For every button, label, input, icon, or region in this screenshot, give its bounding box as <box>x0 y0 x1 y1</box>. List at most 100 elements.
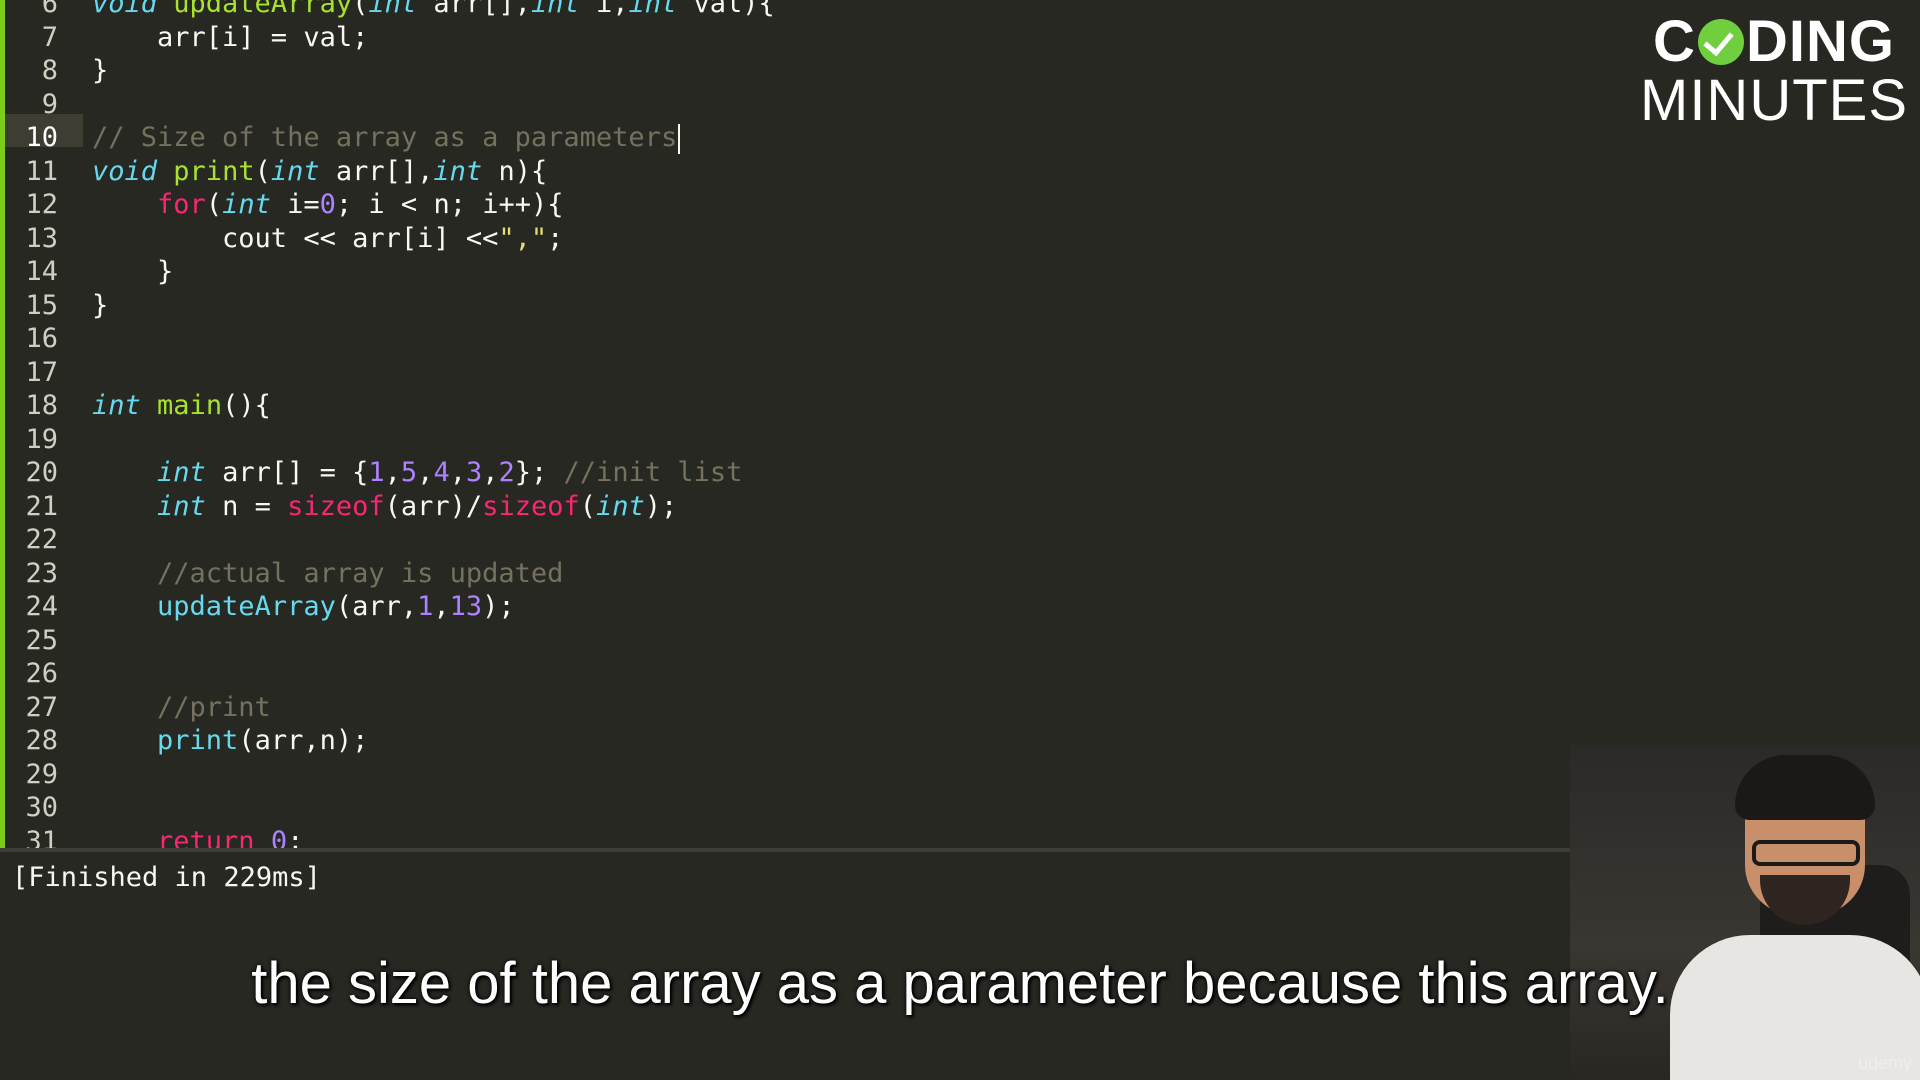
code-text: void updateArray(int arr[],int i,int val… <box>92 0 775 20</box>
glasses-icon <box>1752 840 1860 866</box>
code-token: //init list <box>563 457 743 488</box>
text-cursor <box>678 123 681 154</box>
code-text: for(int i=0; i < n; i++){ <box>92 188 563 221</box>
code-token: int <box>92 390 141 421</box>
code-token: 4 <box>433 457 450 488</box>
code-token: i, <box>579 0 629 19</box>
code-text: int main(){ <box>92 389 271 422</box>
line-number: 15 <box>25 289 58 321</box>
code-token: ( <box>254 155 271 187</box>
line-number: 19 <box>25 423 58 455</box>
code-token: int <box>628 0 678 19</box>
code-token: ; <box>547 222 564 254</box>
code-line[interactable]: 11 void print(int arr[],int n){ <box>0 155 1920 188</box>
coding-minutes-logo: C DING MINUTES <box>1640 12 1908 133</box>
code-token: , <box>433 591 450 622</box>
code-token: int <box>157 457 206 488</box>
code-token: arr[] = { <box>205 457 369 488</box>
code-editor[interactable]: 6 void updateArray(int arr[],int i,int va… <box>0 0 1920 848</box>
code-token: 2 <box>498 457 515 488</box>
line-number: 20 <box>25 457 58 488</box>
code-token: void <box>92 155 158 187</box>
code-line[interactable]: 19 <box>0 423 1920 456</box>
code-token: sizeof <box>482 490 580 522</box>
line-number: 22 <box>25 524 58 555</box>
code-token: main <box>157 390 223 421</box>
line-number: 7 <box>41 21 58 53</box>
code-token: return <box>157 825 255 849</box>
code-token: int <box>157 490 206 522</box>
code-text: //actual array is updated <box>92 557 563 590</box>
code-token: ); <box>644 490 678 522</box>
code-token: print <box>173 155 255 187</box>
code-line[interactable]: 6 void updateArray(int arr[],int i,int va… <box>0 0 1920 20</box>
code-line[interactable]: 15} <box>0 289 1920 322</box>
code-token: ; i < n; i++){ <box>335 189 564 220</box>
code-token: 0 <box>270 825 288 849</box>
code-token: updateArray <box>157 591 336 622</box>
code-token: , <box>449 457 466 488</box>
code-token: int <box>433 155 483 187</box>
line-number: 12 <box>25 189 58 220</box>
code-line[interactable]: 25 <box>0 624 1920 657</box>
code-token: , <box>417 457 434 488</box>
code-line[interactable]: 22 <box>0 523 1920 556</box>
code-text: } <box>92 255 173 288</box>
code-token: void <box>92 0 174 19</box>
code-line[interactable]: 7 arr[i] = val; <box>0 21 1920 54</box>
code-token: //actual array is updated <box>92 557 564 589</box>
code-line[interactable]: 9 <box>0 88 1920 121</box>
line-number: 31 <box>25 825 58 849</box>
code-line[interactable]: 20 int arr[] = {1,5,4,3,2}; //init list <box>0 456 1920 489</box>
code-line[interactable]: 8} <box>0 54 1920 87</box>
logo-bottom-line: MINUTES <box>1640 67 1908 133</box>
code-token: arr[], <box>319 155 434 187</box>
code-token: n = <box>205 490 288 522</box>
code-line[interactable]: 12 for(int i=0; i < n; i++){ <box>0 188 1920 221</box>
code-text: arr[i] = val; <box>92 21 368 54</box>
code-token: //print <box>92 691 271 723</box>
code-line[interactable]: 17 <box>0 356 1920 389</box>
code-token: print <box>157 725 239 756</box>
code-line[interactable]: 24 updateArray(arr,1,13); <box>0 590 1920 623</box>
code-line[interactable]: 21 int n = sizeof(arr)/sizeof(int); <box>0 490 1920 523</box>
code-line[interactable]: 26 <box>0 657 1920 690</box>
line-number: 25 <box>25 624 58 656</box>
code-text: print(arr,n); <box>92 724 368 757</box>
code-line[interactable]: 27 //print <box>0 691 1920 724</box>
line-number: 17 <box>25 356 58 388</box>
code-line[interactable]: 16 <box>0 322 1920 355</box>
code-line[interactable]: 13 cout << arr[i] <<","; <box>0 222 1920 255</box>
code-token: int <box>222 189 271 220</box>
code-line[interactable]: 10 // Size of the array as a parameters <box>0 121 1920 154</box>
line-number: 16 <box>25 323 58 354</box>
line-number: 26 <box>25 658 58 689</box>
code-line[interactable]: 14 } <box>0 255 1920 288</box>
code-text: } <box>92 289 108 322</box>
code-token: 1 <box>417 591 434 622</box>
code-token: int <box>596 490 645 522</box>
code-token: } <box>92 289 109 321</box>
code-token: 3 <box>465 457 483 488</box>
code-token: sizeof <box>287 490 385 522</box>
logo-top-line: C DING <box>1640 12 1908 73</box>
line-number: 24 <box>25 591 58 622</box>
code-token: for <box>157 189 206 220</box>
code-text: //print <box>92 691 271 724</box>
line-number: 27 <box>25 691 58 723</box>
line-number: 14 <box>25 256 58 287</box>
line-number: 23 <box>25 557 58 589</box>
code-token: n){ <box>482 155 548 187</box>
code-token: i= <box>270 189 320 220</box>
code-text: } <box>92 54 108 87</box>
code-line[interactable]: 18 int main(){ <box>0 389 1920 422</box>
code-token: (){ <box>222 390 271 421</box>
code-token: 0 <box>319 189 336 220</box>
code-line[interactable]: 23 //actual array is updated <box>0 557 1920 590</box>
